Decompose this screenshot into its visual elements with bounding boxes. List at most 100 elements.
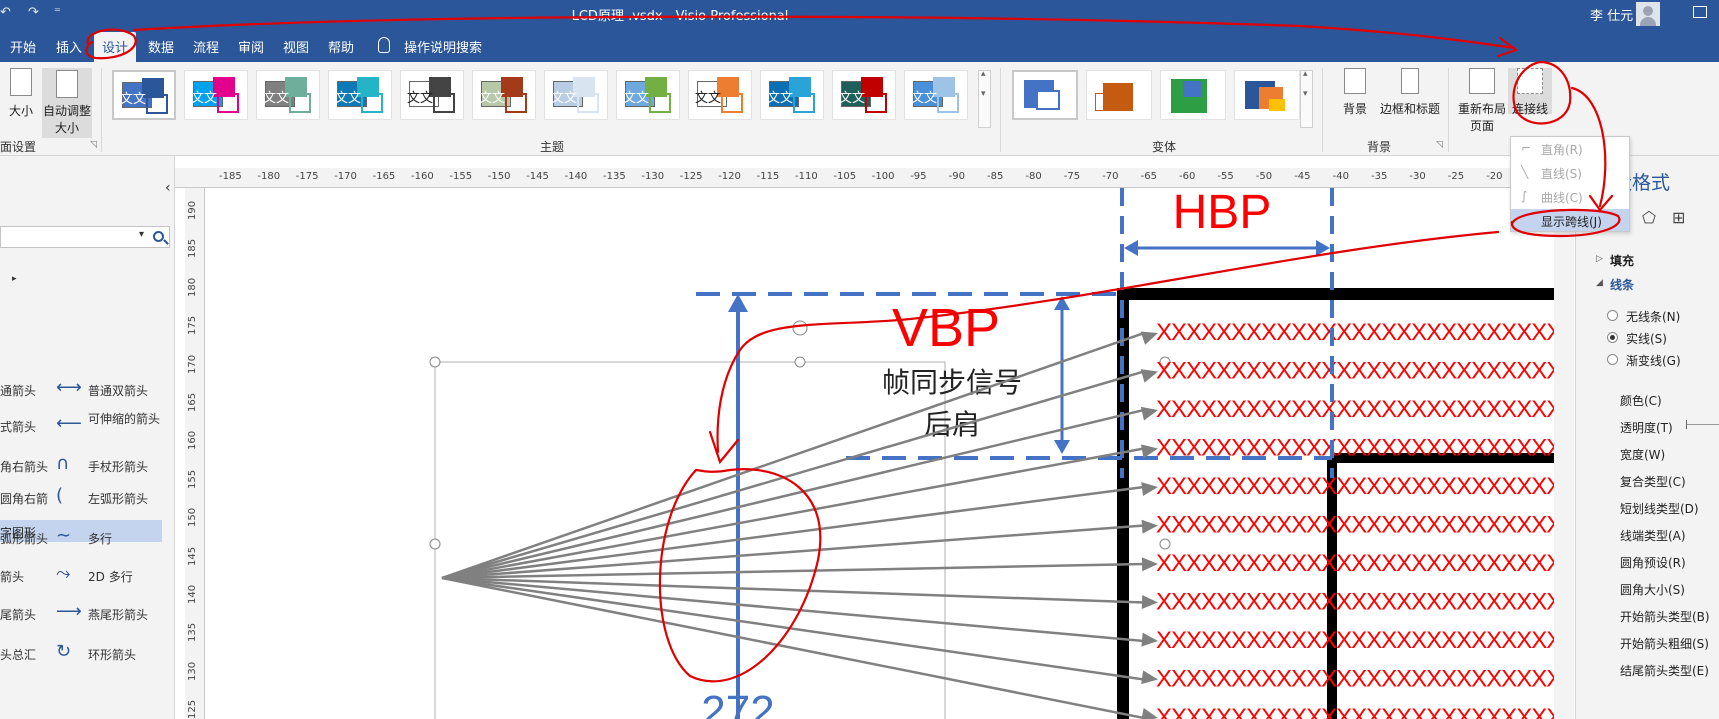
tab-review[interactable]: 审阅 [238,37,264,56]
page-setup-launcher-icon[interactable]: ◹ [90,140,97,150]
transparency-slider[interactable] [1686,424,1719,425]
vertical-ruler[interactable]: 190 185 180 175 170 165 160 155 150 145 140 135 130 1… [185,188,205,719]
user-name[interactable]: 李 仕元 [1590,5,1633,24]
line-option-label[interactable]: 实线(S) [1626,330,1667,347]
shape-item[interactable]: 普通双箭头 [88,382,148,399]
shape-item[interactable]: 多行 [88,530,112,547]
menu-item-right-angle[interactable]: ⌐ 直角(R) [1511,137,1629,159]
transparency-slider-thumb[interactable] [1686,420,1687,429]
shape-item[interactable]: 2D 多行 [88,568,133,585]
variant-gallery-scroll[interactable] [1300,69,1313,128]
size-properties-icon[interactable]: ⊞ [1672,208,1692,228]
variant-2[interactable] [1086,70,1152,120]
line-property-label[interactable]: 线端类型(A) [1620,527,1686,544]
search-icon[interactable] [153,231,164,242]
arrow-shape-icon[interactable]: ∩ [56,455,82,475]
borders-titles-button[interactable]: 边框和标题 [1378,68,1442,117]
shape-search-input[interactable]: ▾ [0,226,170,248]
background-button[interactable]: 背景 [1338,68,1372,117]
theme-tile-11[interactable]: 文文 [832,70,896,120]
menu-item-curved[interactable]: ∫ 曲线(C) [1511,185,1629,207]
collapse-panel-icon[interactable]: ‹ [165,180,171,196]
shape-item[interactable]: 圆角右箭 [0,490,48,507]
line-property-label[interactable]: 透明度(T) [1620,419,1673,436]
line-option-radio[interactable] [1607,310,1618,321]
tab-help[interactable]: 帮助 [328,37,354,56]
tab-design[interactable]: 设计 [94,32,137,62]
theme-tile-7[interactable]: 文文 [544,70,608,120]
canvas-scrollbar[interactable] [1554,188,1574,719]
shape-item[interactable]: 式箭头 [0,418,36,435]
menu-item-show-line-jumps[interactable]: 显示跨线(J) [1511,209,1629,231]
shape-item[interactable]: 尾箭头 [0,606,36,623]
theme-tile-12[interactable]: 文文 [904,70,968,120]
arrow-shape-icon[interactable]: ( [56,487,82,507]
tell-me-search[interactable]: 操作说明搜索 [404,37,482,56]
tab-process[interactable]: 流程 [193,37,219,56]
variant-4[interactable] [1234,70,1300,120]
shape-item[interactable]: 箭头 [0,568,24,585]
line-property-label[interactable]: 宽度(W) [1620,446,1665,463]
line-property-label[interactable]: 结尾箭头类型(E) [1620,662,1709,679]
theme-tile-3[interactable]: 文文 [256,70,320,120]
fill-section-header[interactable]: 填充 [1610,252,1634,269]
line-property-label[interactable]: 短划线类型(D) [1620,500,1699,517]
arrow-shape-icon[interactable]: ∼ [56,527,82,547]
shape-item[interactable]: 环形箭头 [88,646,136,663]
theme-tile-8[interactable]: 文文 [616,70,680,120]
search-dropdown-icon[interactable]: ▾ [139,229,144,240]
line-collapse-icon[interactable]: ◢ [1596,278,1603,288]
shape-item[interactable]: 燕尾形箭头 [88,606,148,623]
theme-tile-1[interactable]: 文文 [112,70,176,120]
relayout-page-button[interactable]: 重新布局 页面 [1456,68,1508,134]
variant-1[interactable] [1012,70,1078,120]
line-option-radio[interactable] [1607,354,1618,365]
tab-data[interactable]: 数据 [148,37,174,56]
fill-expand-icon[interactable]: ▷ [1596,254,1603,264]
shape-item[interactable]: 左弧形箭头 [88,490,148,507]
avatar[interactable] [1636,2,1660,26]
menu-item-straight[interactable]: ╲ 直线(S) [1511,161,1629,183]
theme-tile-10[interactable]: 文文 [760,70,824,120]
line-property-label[interactable]: 开始箭头粗细(S) [1620,635,1709,652]
theme-tile-9[interactable]: 文文 [688,70,752,120]
line-property-label[interactable]: 复合类型(C) [1620,473,1686,490]
shape-item[interactable]: 弧形箭头 [0,530,48,547]
shape-item[interactable]: 头总汇 [0,646,36,663]
drawing-canvas[interactable]: XXXXXXXXXXXXXXXXXXXXXXXXXX XXXXXXXXXXXXXX… [206,188,1554,719]
line-section-header[interactable]: 线条 [1610,276,1634,293]
line-option-radio[interactable] [1607,332,1618,343]
arrow-shape-icon[interactable]: ⟷ [56,379,82,399]
ribbon-display-options-icon[interactable] [1693,6,1707,18]
theme-tile-5[interactable]: 文文 [400,70,464,120]
backgrounds-launcher-icon[interactable]: ◹ [1436,140,1443,150]
line-property-label[interactable]: 开始箭头类型(B) [1620,608,1710,625]
line-option-label[interactable]: 渐变线(G) [1626,352,1681,369]
variant-3[interactable] [1160,70,1226,120]
auto-size-button[interactable]: 自动调整 大小 [42,68,92,138]
pentagon-icon[interactable]: ⬠ [1642,208,1662,228]
tab-view[interactable]: 视图 [283,37,309,56]
theme-gallery-scroll[interactable] [978,69,991,128]
connectors-button[interactable]: 连接线 [1508,68,1552,116]
line-property-label[interactable]: 圆角预设(R) [1620,554,1686,571]
arrow-shape-icon[interactable]: ⟵ [56,415,82,435]
shape-item[interactable]: 通箭头 [0,382,36,399]
tab-home[interactable]: 开始 [10,37,36,56]
shape-item[interactable]: 手杖形箭头 [88,458,148,475]
line-option-label[interactable]: 无线条(N) [1626,308,1680,325]
theme-tile-6[interactable]: 文文 [472,70,536,120]
line-property-label[interactable]: 圆角大小(S) [1620,581,1685,598]
arrow-shape-icon[interactable]: ⤳ [56,565,82,585]
shape-item[interactable]: 角右箭头 [0,458,48,475]
arrow-shape-icon[interactable]: ↻ [56,643,82,663]
shape-item[interactable]: 可伸缩的箭头 [88,410,160,427]
line-property-label[interactable]: 颜色(C) [1620,392,1662,409]
arrow-shape-icon[interactable]: ⟶ [56,603,82,623]
horizontal-ruler[interactable]: -185 -180 -175 -170 -165 -160 -155 -150 -145 -140… [175,168,1575,188]
theme-tile-2[interactable]: 文文 [184,70,248,120]
stencil-expand-icon[interactable]: ▸ [12,274,17,284]
size-button[interactable]: 大小 [6,68,36,119]
theme-tile-4[interactable]: 文文 [328,70,392,120]
tab-insert[interactable]: 插入 [56,37,82,56]
